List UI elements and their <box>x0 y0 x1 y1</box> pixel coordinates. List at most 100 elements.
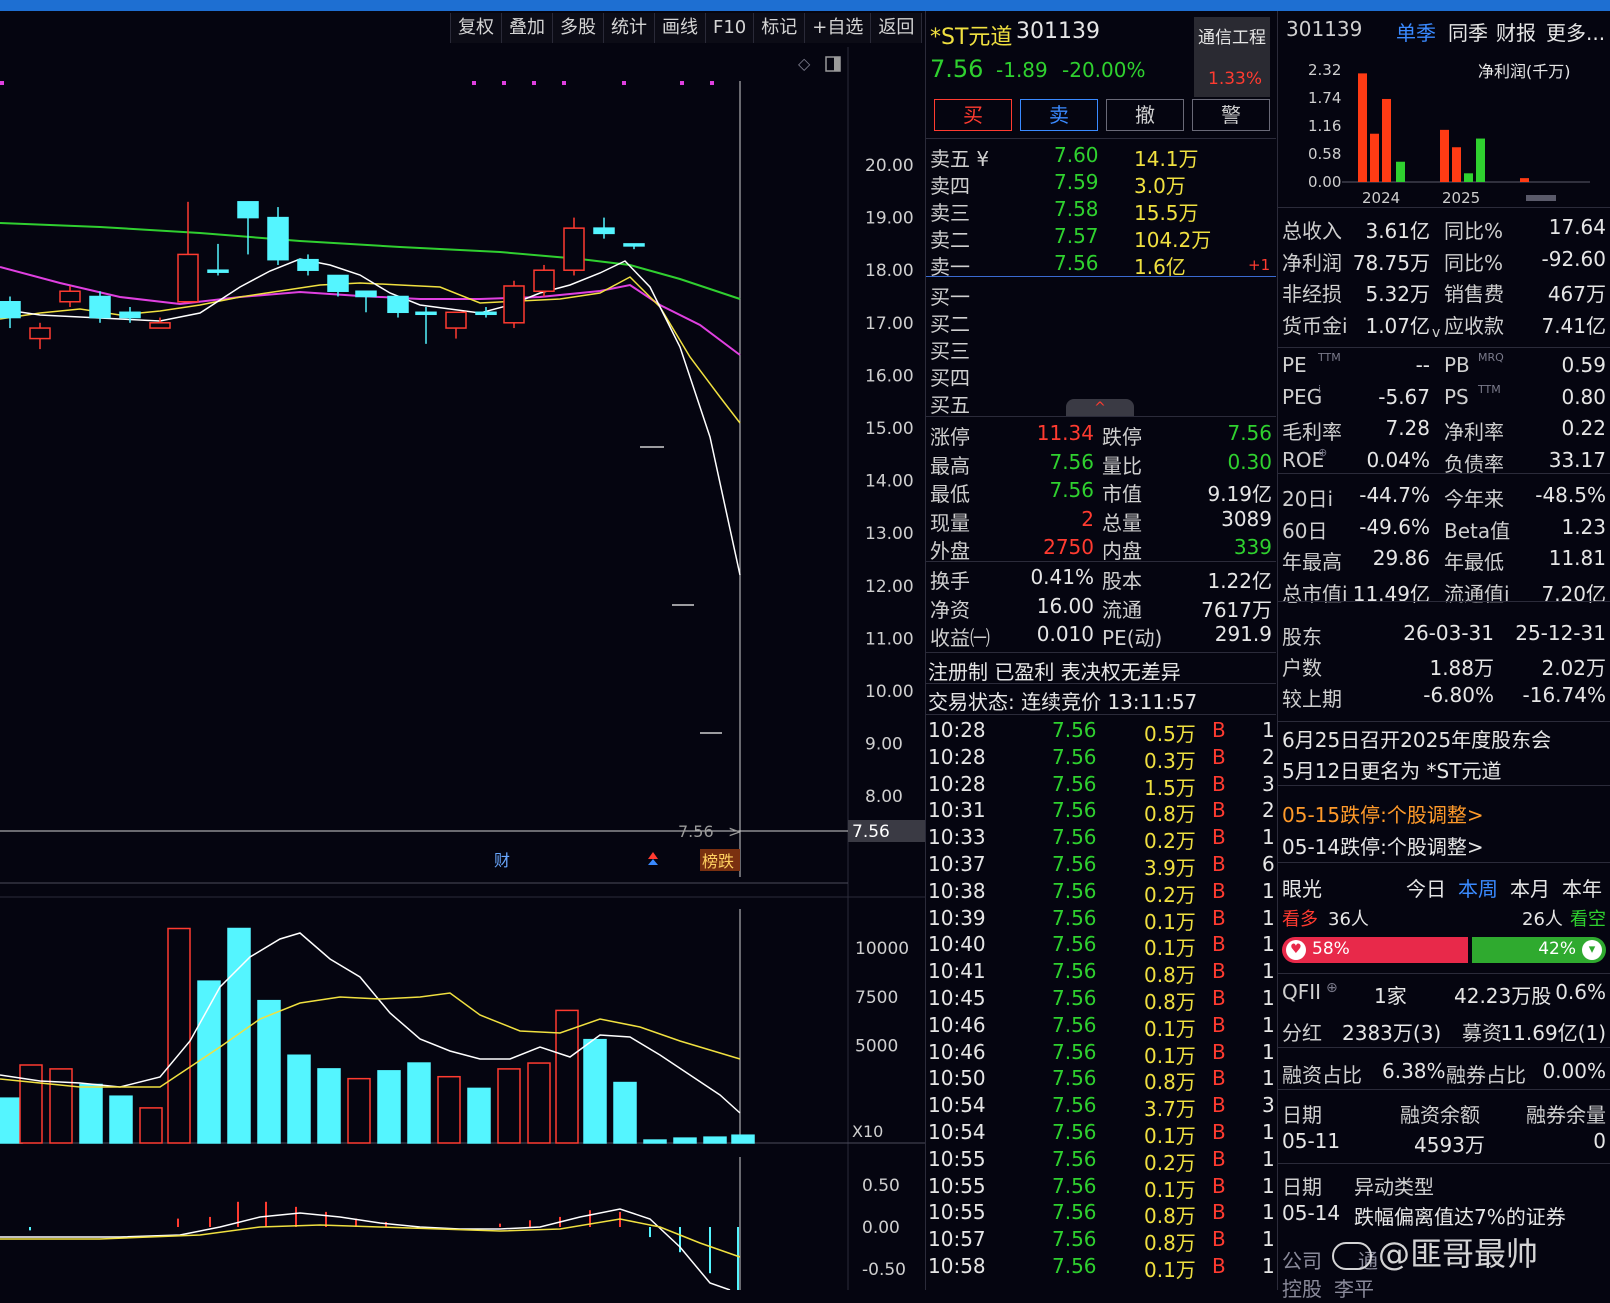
diamond-icon[interactable]: ◇ <box>798 54 811 73</box>
toolbar-button[interactable]: 统计 <box>604 13 655 43</box>
finance-tab[interactable]: 同季 <box>1448 17 1488 46</box>
metric-label: 年最高 <box>1282 550 1342 574</box>
stat-value: 7.56 <box>1049 478 1094 502</box>
expand-icon[interactable]: v <box>1432 325 1440 341</box>
watermark: @匪哥最帅 <box>1332 1229 1538 1275</box>
tick-row[interactable]: 10:40 7.56 0.1万 B 1 <box>926 932 1276 960</box>
buy-button[interactable]: 买 <box>934 99 1012 131</box>
chart-area[interactable]: ◇ 20.00 19.00 18.00 17.00 16.00 15.00 14.00 13.… <box>0 47 925 1295</box>
toolbar-button[interactable]: +自选 <box>805 13 872 43</box>
finance-marker[interactable]: 财 <box>494 851 510 870</box>
tick-row[interactable]: 10:54 7.56 3.7万 B 3 <box>926 1093 1276 1121</box>
ask-row[interactable]: 卖四 7.59 3.0万 <box>926 170 1276 198</box>
tick-row[interactable]: 10:46 7.56 0.1万 B 1 <box>926 1013 1276 1041</box>
metric-value: -44.7% <box>1359 483 1430 507</box>
tick-row[interactable]: 10:50 7.56 0.8万 B 1 <box>926 1066 1276 1094</box>
tick-row[interactable]: 10:37 7.56 3.9万 B 6 <box>926 852 1276 880</box>
volume-tick-label: 7500 <box>855 988 898 1008</box>
ask-row[interactable]: 卖一 7.56 1.6亿 +1 <box>926 251 1276 279</box>
ma5-line <box>0 258 741 576</box>
tick-price: 7.56 <box>1052 959 1097 984</box>
tick-row[interactable]: 10:28 7.56 1.5万 B 3 <box>926 772 1276 800</box>
ask-price: 7.59 <box>1054 170 1099 194</box>
ask-row[interactable]: 卖五 ¥ 7.60 14.1万 <box>926 143 1276 171</box>
tick-row[interactable]: 10:28 7.56 0.5万 B 1 <box>926 718 1276 746</box>
metric-label: 20日i <box>1282 487 1334 511</box>
toolbar-button[interactable]: 叠加 <box>502 13 553 43</box>
sell-button[interactable]: 卖 <box>1020 99 1098 131</box>
tick-row[interactable]: 10:55 7.56 0.2万 B 1 <box>926 1147 1276 1175</box>
tick-row[interactable]: 10:57 7.56 0.8万 B 1 <box>926 1227 1276 1255</box>
event-link[interactable]: 05-15跌停:个股调整> <box>1282 799 1484 828</box>
tick-row[interactable]: 10:55 7.56 0.1万 B 1 <box>926 1174 1276 1202</box>
mini-chart-scrollbar[interactable] <box>1526 195 1556 201</box>
toolbar-button[interactable]: 画线 <box>655 13 706 43</box>
toolbar-button[interactable]: 多股 <box>553 13 604 43</box>
news-item[interactable]: 5月12日更名为 *ST元道 <box>1282 755 1501 784</box>
events-row[interactable]: 05-14 跌幅偏离值达7%的证券 <box>1278 1201 1610 1231</box>
tick-row[interactable]: 10:54 7.56 0.1万 B 1 <box>926 1120 1276 1148</box>
tick-row[interactable]: 10:38 7.56 0.2万 B 1 <box>926 879 1276 907</box>
tick-row[interactable]: 10:55 7.56 0.8万 B 1 <box>926 1200 1276 1228</box>
toolbar-button[interactable]: 复权 <box>451 13 502 43</box>
ask-row[interactable]: 卖二 7.57 104.2万 <box>926 224 1276 252</box>
stat-label: 换手 <box>930 569 970 593</box>
tick-row[interactable]: 10:46 7.56 0.1万 B 1 <box>926 1040 1276 1068</box>
volume-bar <box>703 1136 727 1144</box>
short-balance: 0 <box>1593 1129 1606 1153</box>
tick-row[interactable]: 10:31 7.56 0.8万 B 2 <box>926 798 1276 826</box>
bid-label: 买三 <box>930 339 970 363</box>
sector-box[interactable]: 通信工程 1.33% <box>1194 17 1270 97</box>
alert-button[interactable]: 警 <box>1192 99 1270 131</box>
vision-period-tab[interactable]: 本月 <box>1510 873 1550 902</box>
tick-row[interactable]: 10:39 7.56 0.1万 B 1 <box>926 905 1276 934</box>
price-tick-label: 15.00 <box>865 419 914 439</box>
collapse-book-button[interactable]: ^ <box>1066 399 1134 417</box>
cancel-order-button[interactable]: 撤 <box>1106 99 1184 131</box>
tick-count: 6 <box>1262 852 1275 876</box>
tick-row[interactable]: 10:33 7.56 0.2万 B 1 <box>926 825 1276 853</box>
vision-period-tab[interactable]: 本周 <box>1458 873 1498 902</box>
toolbar-button[interactable]: F10 <box>706 13 755 43</box>
finance-tab[interactable]: 财报 <box>1496 17 1536 46</box>
margin-balance: 4593万 <box>1414 1133 1485 1157</box>
tick-side: B <box>1212 932 1226 957</box>
window-top-bar <box>0 0 1610 11</box>
valuation-row: PEG i -5.67 PS TTM 0.80 <box>1278 383 1610 415</box>
bear-bar[interactable]: 42% ▾ <box>1472 937 1606 963</box>
mini-bar <box>1464 173 1473 182</box>
tick-row[interactable]: 10:28 7.56 0.3万 B 2 <box>926 745 1276 773</box>
bid-row[interactable]: 买三 <box>926 335 1276 363</box>
event-link[interactable]: 05-14跌停:个股调整> <box>1282 831 1484 860</box>
bid-row[interactable]: 买二 <box>926 308 1276 336</box>
event-marker-icon[interactable] <box>648 852 658 859</box>
ask-row[interactable]: 卖三 7.58 15.5万 <box>926 197 1276 225</box>
candle-body <box>59 290 81 303</box>
volume-bar <box>407 1062 431 1144</box>
vision-period-tab[interactable]: 本年 <box>1562 873 1602 902</box>
bid-row[interactable]: 买四 <box>926 362 1276 390</box>
metric-label: 净利润 <box>1282 250 1342 275</box>
bull-bar[interactable]: ♥ 58% <box>1282 937 1468 963</box>
bear-count: 26人 <box>1522 909 1563 930</box>
tick-side: B <box>1212 959 1226 984</box>
info-icon[interactable]: ⊕ <box>1326 980 1338 996</box>
vision-title: 眼光 <box>1282 877 1322 901</box>
tick-side: B <box>1212 905 1226 930</box>
toolbar-button[interactable]: 标记 <box>754 13 806 43</box>
kline-chart[interactable]: ◇ 20.00 19.00 18.00 17.00 16.00 15.00 14.00 13.… <box>0 47 925 1295</box>
finance-tab[interactable]: 单季 <box>1396 17 1436 46</box>
tick-row[interactable]: 10:58 7.56 0.1万 B 1 <box>926 1254 1276 1282</box>
news-item[interactable]: 6月25日召开2025年度股东会 <box>1282 724 1551 753</box>
toolbar-button[interactable]: 返回 <box>871 13 923 43</box>
sentiment-bar[interactable]: ♥ 58% 42% ▾ <box>1282 937 1606 963</box>
bid-row[interactable]: 买一 <box>926 281 1276 309</box>
tick-count: 1 <box>1262 1200 1275 1225</box>
drop-rank-marker[interactable]: 榜跌 <box>702 852 734 871</box>
tick-time: 10:50 <box>928 1066 986 1091</box>
finance-tab[interactable]: 更多... <box>1546 17 1605 46</box>
tick-row[interactable]: 10:41 7.56 0.8万 B 1 <box>926 959 1276 987</box>
vision-period-tab[interactable]: 今日 <box>1406 873 1446 902</box>
tick-row[interactable]: 10:45 7.56 0.8万 B 1 <box>926 986 1276 1014</box>
stat-value: 1.22亿 <box>1207 569 1272 593</box>
